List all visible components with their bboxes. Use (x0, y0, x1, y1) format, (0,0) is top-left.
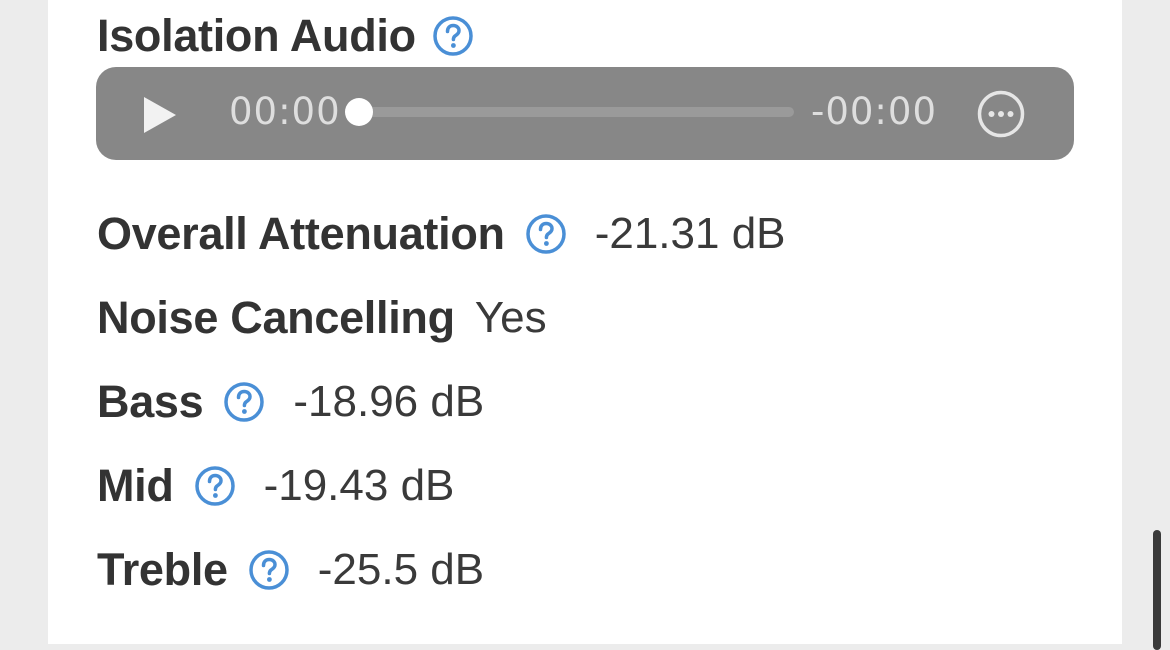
stat-row-bass: Bass -18.96 dB (97, 372, 484, 432)
question-circle-icon[interactable] (248, 549, 290, 591)
progress-track[interactable] (358, 107, 794, 117)
play-icon[interactable] (134, 91, 182, 139)
scrollbar[interactable] (1153, 530, 1161, 650)
stat-row-treble: Treble -25.5 dB (97, 540, 484, 600)
section-title: Isolation Audio (97, 10, 416, 61)
remaining-time: -00:00 (811, 90, 937, 133)
question-circle-icon[interactable] (223, 381, 265, 423)
section-header: Isolation Audio (97, 10, 474, 62)
question-circle-icon[interactable] (432, 15, 474, 57)
stat-label: Bass (97, 376, 204, 427)
stat-label: Noise Cancelling (97, 292, 455, 343)
current-time: 00:00 (229, 90, 341, 133)
stat-row-mid: Mid -19.43 dB (97, 456, 454, 516)
stat-row-noise-cancelling: Noise Cancelling Yes (97, 288, 547, 348)
question-circle-icon[interactable] (194, 465, 236, 507)
stat-value: -18.96 dB (293, 377, 485, 426)
stat-value: Yes (474, 293, 547, 342)
stat-row-overall-attenuation: Overall Attenuation -21.31 dB (97, 204, 786, 264)
stat-label: Overall Attenuation (97, 208, 505, 259)
stat-value: -21.31 dB (594, 209, 786, 258)
stat-value: -19.43 dB (263, 461, 455, 510)
stat-label: Mid (97, 460, 174, 511)
more-options-icon[interactable] (976, 89, 1026, 139)
audio-player: 00:00 -00:00 (96, 67, 1074, 160)
question-circle-icon[interactable] (525, 213, 567, 255)
stat-label: Treble (97, 544, 228, 595)
stat-value: -25.5 dB (317, 545, 485, 594)
progress-thumb[interactable] (345, 98, 373, 126)
